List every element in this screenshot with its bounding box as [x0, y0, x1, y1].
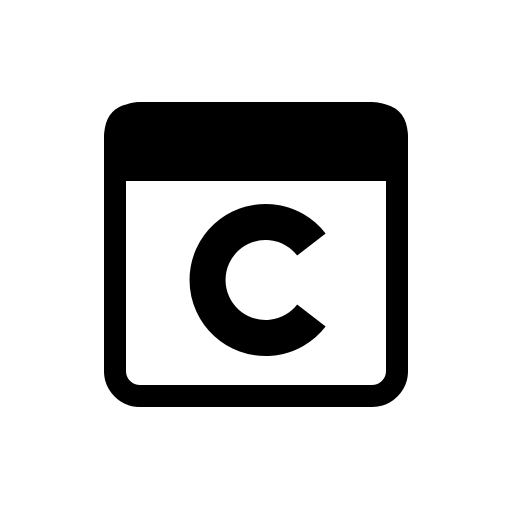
- icon-canvas: [0, 0, 512, 512]
- letter-c-glyph: [189, 204, 326, 356]
- window-title-bar: [104, 103, 408, 181]
- browser-window-c-icon: [104, 102, 408, 407]
